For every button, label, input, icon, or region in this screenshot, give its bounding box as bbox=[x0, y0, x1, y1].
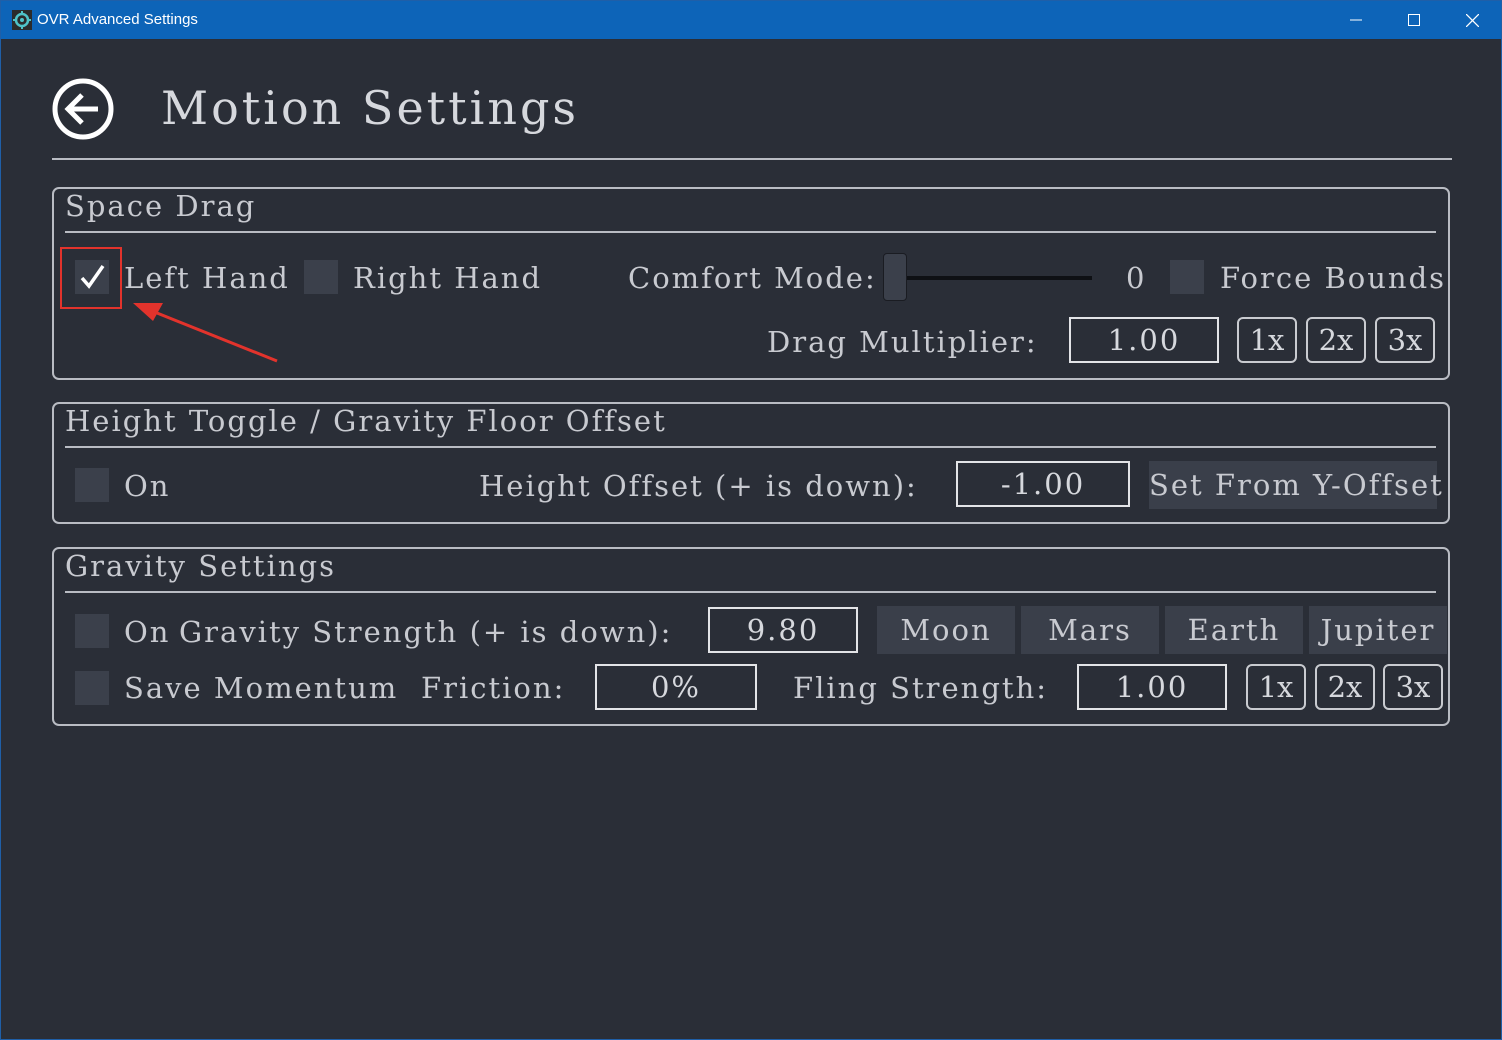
height-offset-input[interactable]: -1.00 bbox=[956, 461, 1130, 507]
header-divider bbox=[52, 158, 1452, 160]
save-momentum-checkbox[interactable] bbox=[75, 671, 109, 705]
space-drag-title: Space Drag bbox=[65, 189, 257, 223]
mars-preset-button[interactable]: Mars bbox=[1021, 606, 1159, 654]
drag-3x-button[interactable]: 3x bbox=[1375, 317, 1435, 363]
fling-2x-button[interactable]: 2x bbox=[1315, 664, 1375, 710]
page-title: Motion Settings bbox=[161, 81, 580, 135]
gravity-strength-label: Gravity Strength (+ is down): bbox=[179, 615, 673, 649]
annotation-highlight-box bbox=[60, 247, 122, 309]
set-from-y-offset-button[interactable]: Set From Y-Offset bbox=[1149, 461, 1442, 509]
close-icon bbox=[1465, 13, 1479, 27]
height-toggle-on-label: On bbox=[124, 469, 171, 503]
friction-input[interactable]: 0% bbox=[595, 664, 757, 710]
gravity-on-label: On bbox=[124, 615, 171, 649]
fling-1x-button[interactable]: 1x bbox=[1246, 664, 1306, 710]
window-title: OVR Advanced Settings bbox=[37, 11, 198, 28]
minimize-icon bbox=[1350, 19, 1362, 21]
app-window: OVR Advanced Settings Motion Settings Sp… bbox=[0, 0, 1502, 1040]
height-toggle-title: Height Toggle / Gravity Floor Offset bbox=[65, 404, 667, 438]
gravity-settings-group: Gravity Settings On Gravity Strength (+ … bbox=[52, 547, 1450, 726]
fling-strength-label: Fling Strength: bbox=[793, 671, 1049, 705]
group-divider bbox=[65, 231, 1436, 233]
moon-preset-button[interactable]: Moon bbox=[877, 606, 1015, 654]
close-button[interactable] bbox=[1443, 1, 1501, 39]
drag-1x-button[interactable]: 1x bbox=[1237, 317, 1297, 363]
right-hand-label: Right Hand bbox=[353, 261, 543, 295]
comfort-mode-slider-track[interactable] bbox=[886, 276, 1092, 280]
comfort-mode-value: 0 bbox=[1126, 261, 1147, 295]
height-toggle-on-checkbox[interactable] bbox=[75, 468, 109, 502]
drag-2x-button[interactable]: 2x bbox=[1306, 317, 1366, 363]
group-divider bbox=[65, 446, 1436, 448]
gravity-settings-title: Gravity Settings bbox=[65, 549, 336, 583]
minimize-button[interactable] bbox=[1327, 1, 1385, 39]
maximize-button[interactable] bbox=[1385, 1, 1443, 39]
jupiter-preset-button[interactable]: Jupiter bbox=[1309, 606, 1447, 654]
gravity-on-checkbox[interactable] bbox=[75, 614, 109, 648]
save-momentum-label: Save Momentum bbox=[124, 671, 399, 705]
title-bar[interactable]: OVR Advanced Settings bbox=[1, 1, 1501, 39]
comfort-mode-label: Comfort Mode: bbox=[628, 261, 877, 295]
fling-strength-input[interactable]: 1.00 bbox=[1077, 664, 1227, 710]
drag-multiplier-label: Drag Multiplier: bbox=[767, 325, 1038, 359]
back-arrow-circle-icon[interactable] bbox=[51, 77, 115, 141]
group-divider bbox=[65, 591, 1436, 593]
gravity-strength-input[interactable]: 9.80 bbox=[708, 607, 858, 653]
earth-preset-button[interactable]: Earth bbox=[1165, 606, 1303, 654]
app-icon bbox=[12, 10, 32, 30]
force-bounds-label: Force Bounds bbox=[1220, 261, 1447, 295]
drag-multiplier-input[interactable]: 1.00 bbox=[1069, 317, 1219, 363]
maximize-icon bbox=[1408, 14, 1420, 26]
right-hand-checkbox[interactable] bbox=[304, 260, 338, 294]
friction-label: Friction: bbox=[421, 671, 566, 705]
comfort-mode-slider-handle[interactable] bbox=[883, 253, 907, 301]
force-bounds-checkbox[interactable] bbox=[1170, 260, 1204, 294]
fling-3x-button[interactable]: 3x bbox=[1383, 664, 1443, 710]
annotation-arrow-icon bbox=[133, 303, 278, 363]
height-toggle-group: Height Toggle / Gravity Floor Offset On … bbox=[52, 402, 1450, 524]
height-offset-label: Height Offset (+ is down): bbox=[479, 469, 918, 503]
